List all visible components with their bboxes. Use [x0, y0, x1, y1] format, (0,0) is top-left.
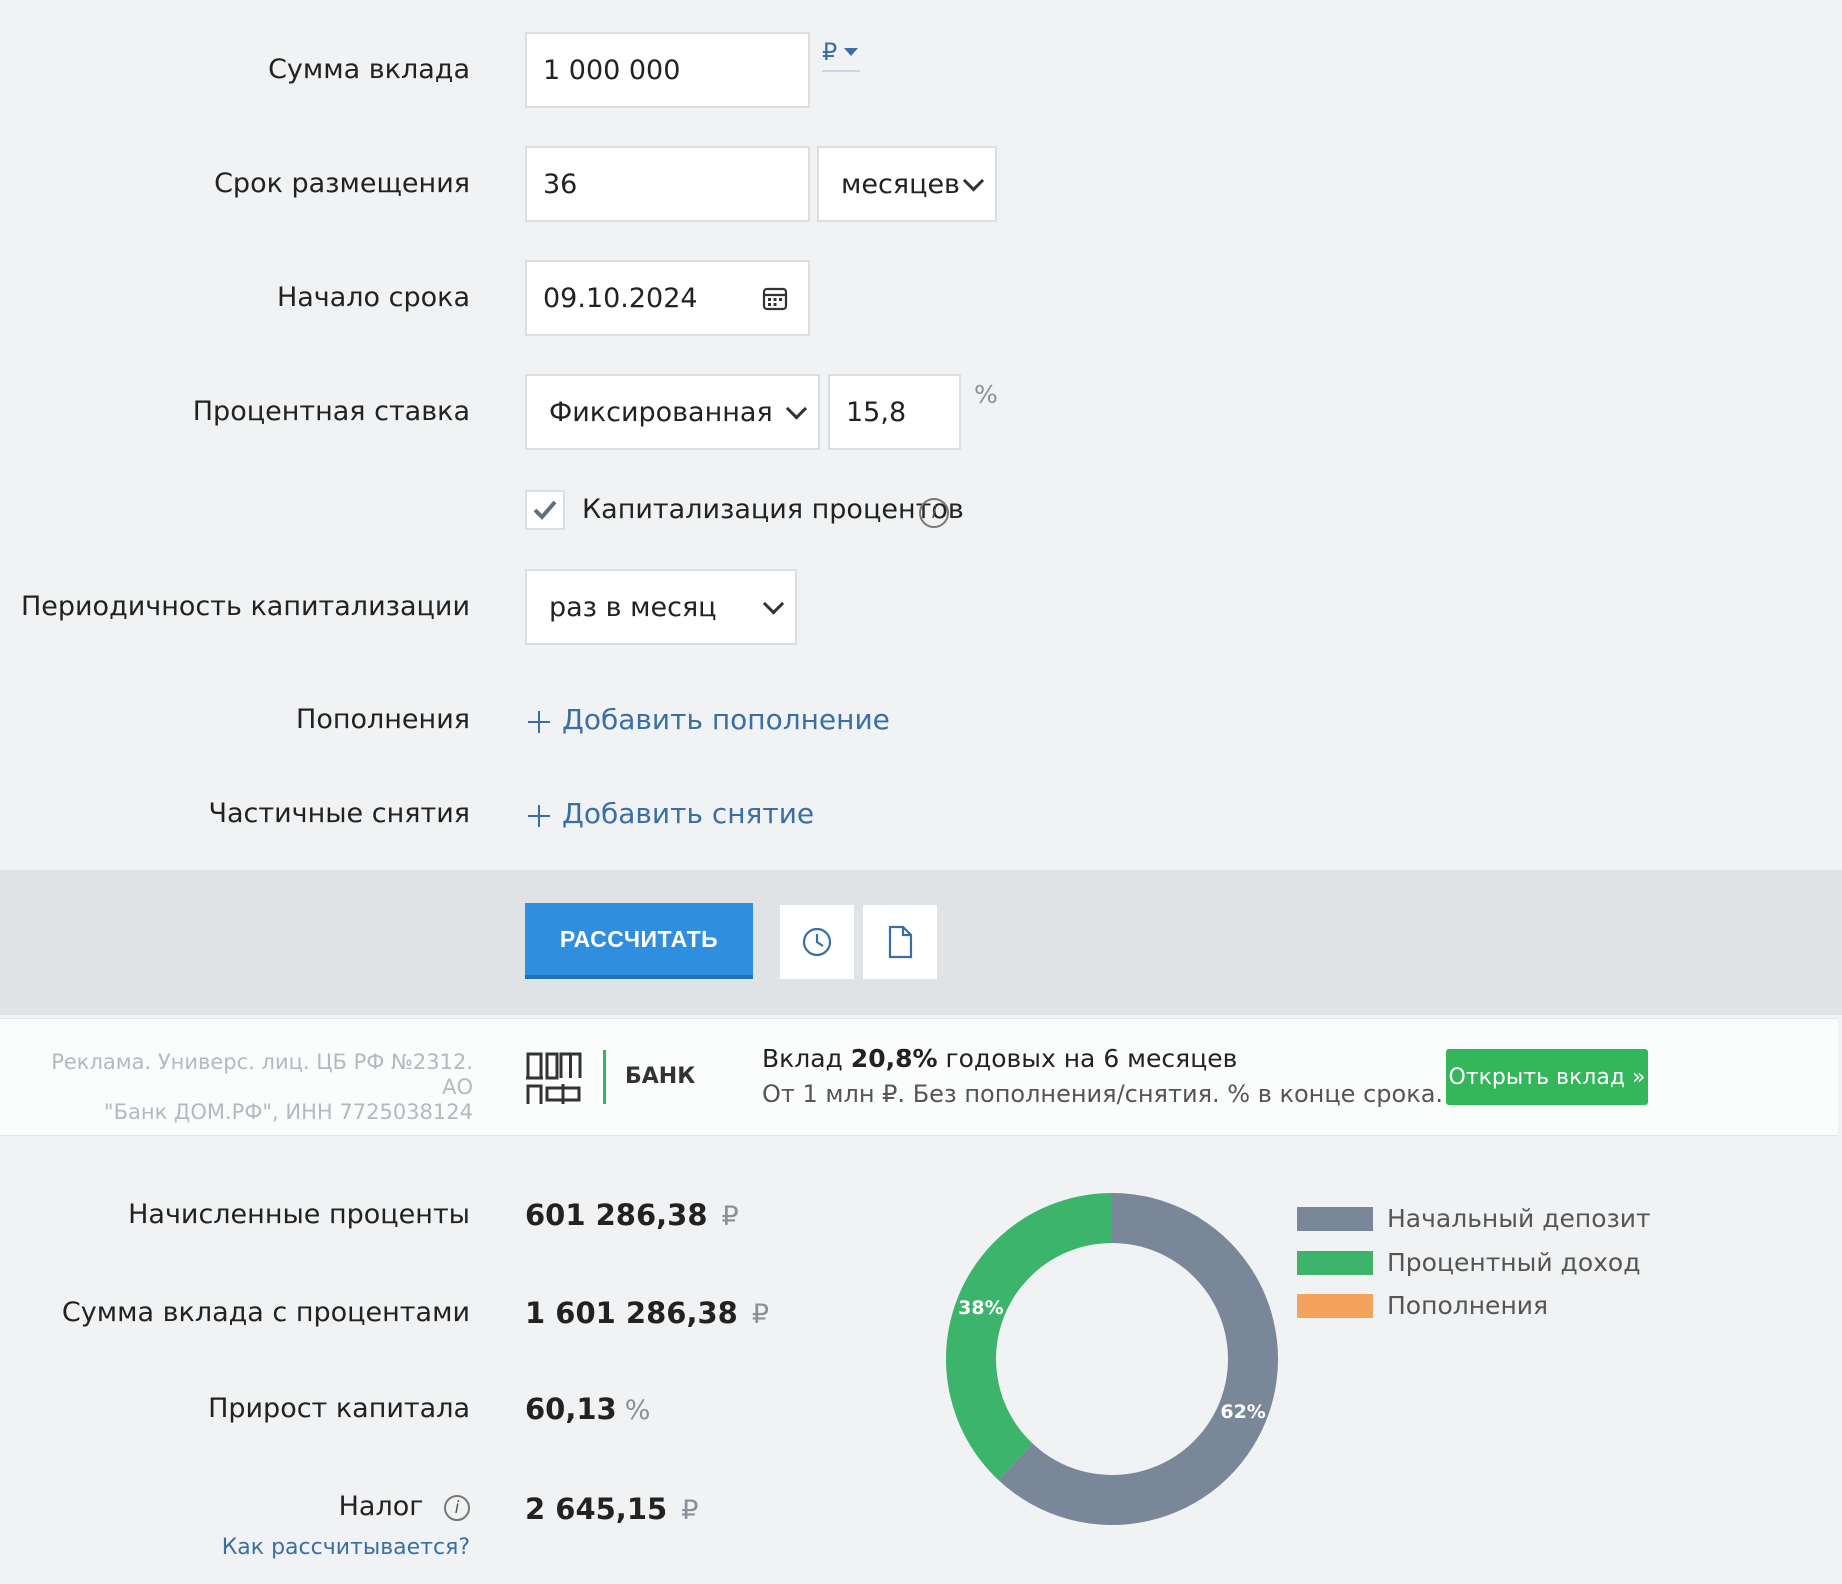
growth-amount: 60,13 [525, 1392, 617, 1426]
capitalization-checkbox[interactable] [525, 490, 565, 530]
calendar-icon[interactable] [762, 286, 788, 312]
ad-title-post: годовых на 6 месяцев [937, 1044, 1238, 1073]
logo-divider [603, 1050, 606, 1104]
add-withdrawal-link[interactable]: Добавить снятие [562, 797, 814, 830]
plus-icon[interactable] [528, 805, 550, 827]
total-unit: ₽ [751, 1299, 770, 1330]
slice-interest-income [946, 1193, 1112, 1481]
info-icon[interactable]: i [444, 1494, 470, 1521]
deposits-label: Пополнения [296, 704, 470, 735]
open-deposit-button[interactable]: Открыть вклад » [1446, 1049, 1648, 1105]
rate-type-value: Фиксированная [549, 396, 773, 428]
legend-label-deposits: Пополнения [1387, 1291, 1549, 1320]
ad-title-pre: Вклад [762, 1044, 851, 1073]
legend-item-initial: Начальный депозит [1297, 1204, 1651, 1233]
deposit-amount-label: Сумма вклада [268, 54, 470, 85]
legend-item-interest: Процентный доход [1297, 1248, 1641, 1277]
logo-text: БАНК [625, 1064, 696, 1089]
history-button[interactable] [780, 905, 854, 979]
tax-value: 2 645,15 ₽ [525, 1492, 698, 1526]
add-deposit-link[interactable]: Добавить пополнение [562, 703, 890, 736]
currency-select[interactable]: ₽ [822, 38, 860, 72]
ad-title-rate: 20,8% [850, 1044, 938, 1073]
term-input[interactable]: 36 [525, 146, 810, 222]
slice-interest-income-label: 38% [958, 1297, 1003, 1319]
growth-unit: % [624, 1395, 651, 1426]
legend-swatch-deposits [1297, 1293, 1373, 1318]
info-icon-glyph: i [931, 503, 937, 523]
interest-amount: 601 286,38 [525, 1198, 708, 1232]
caret-down-icon [844, 48, 858, 56]
term-unit-select[interactable]: месяцев [817, 146, 997, 222]
chevron-down-icon [762, 593, 785, 615]
ad-subtitle: От 1 млн ₽. Без пополнения/снятия. % в к… [762, 1080, 1444, 1108]
total-label: Сумма вклада с процентами [61, 1297, 470, 1328]
slice-initial-deposit-label: 62% [1220, 1401, 1265, 1423]
deposit-amount-input[interactable]: 1 000 000 [525, 32, 810, 108]
plus-icon[interactable] [528, 711, 550, 733]
rate-value: 15,8 [846, 396, 907, 428]
chevron-down-icon [962, 170, 985, 192]
tax-info-glyph: i [454, 1497, 460, 1518]
total-value: 1 601 286,38 ₽ [525, 1296, 769, 1330]
tax-label-row: Налог i [0, 1490, 470, 1524]
start-label: Начало срока [276, 282, 470, 313]
growth-value: 60,13% [525, 1392, 650, 1426]
tax-amount: 2 645,15 [525, 1492, 668, 1526]
ad-legal-line-1: Реклама. Универс. лиц. ЦБ РФ №2312. АО [51, 1050, 473, 1099]
cap-period-label: Периодичность капитализации [20, 591, 470, 622]
document-icon [888, 925, 913, 959]
dom-rf-logo-icon [526, 1052, 582, 1104]
legend-swatch-initial [1297, 1206, 1373, 1231]
start-date-value: 09.10.2024 [543, 282, 698, 314]
rate-input[interactable]: 15,8 [828, 374, 961, 450]
ad-legal-text: Реклама. Универс. лиц. ЦБ РФ №2312. АО "… [20, 1050, 473, 1125]
interest-value: 601 286,38 ₽ [525, 1198, 739, 1232]
donut-chart: 62% 38% [946, 1193, 1278, 1525]
interest-label: Начисленные проценты [128, 1199, 470, 1230]
deposit-amount-value: 1 000 000 [543, 54, 681, 86]
document-button[interactable] [863, 905, 937, 979]
chevron-down-icon [785, 398, 808, 420]
term-label: Срок размещения [214, 168, 470, 199]
legend-label-interest: Процентный доход [1387, 1248, 1641, 1277]
check-icon [533, 500, 557, 520]
currency-symbol: ₽ [822, 38, 838, 66]
term-value: 36 [543, 168, 578, 200]
cap-period-select[interactable]: раз в месяц [525, 569, 797, 645]
interest-unit: ₽ [721, 1201, 739, 1232]
tax-unit: ₽ [681, 1495, 699, 1526]
total-amount: 1 601 286,38 [525, 1296, 738, 1330]
cap-period-value: раз в месяц [549, 591, 717, 623]
tax-label: Налог [338, 1491, 424, 1522]
rate-label: Процентная ставка [192, 396, 470, 427]
info-icon[interactable]: i [919, 498, 949, 528]
bank-logo[interactable]: БАНК [525, 1048, 695, 1106]
tax-help-link[interactable]: Как рассчитывается? [0, 1535, 470, 1560]
clock-icon [802, 927, 832, 957]
calculate-button[interactable]: РАССЧИТАТЬ [525, 903, 753, 979]
ad-title: Вклад 20,8% годовых на 6 месяцев [762, 1044, 1237, 1073]
legend-item-deposits: Пополнения [1297, 1291, 1548, 1320]
legend-swatch-interest [1297, 1250, 1373, 1275]
rate-percent-sign: % [974, 380, 998, 409]
legend-label-initial: Начальный депозит [1387, 1204, 1651, 1233]
capitalization-label[interactable]: Капитализация процентов [582, 494, 964, 525]
term-unit-value: месяцев [841, 168, 960, 200]
growth-label: Прирост капитала [208, 1393, 470, 1424]
withdrawals-label: Частичные снятия [208, 798, 470, 829]
ad-legal-line-2: "Банк ДОМ.РФ", ИНН 7725038124 [103, 1100, 473, 1124]
rate-type-select[interactable]: Фиксированная [525, 374, 820, 450]
start-date-input[interactable]: 09.10.2024 [525, 260, 810, 336]
